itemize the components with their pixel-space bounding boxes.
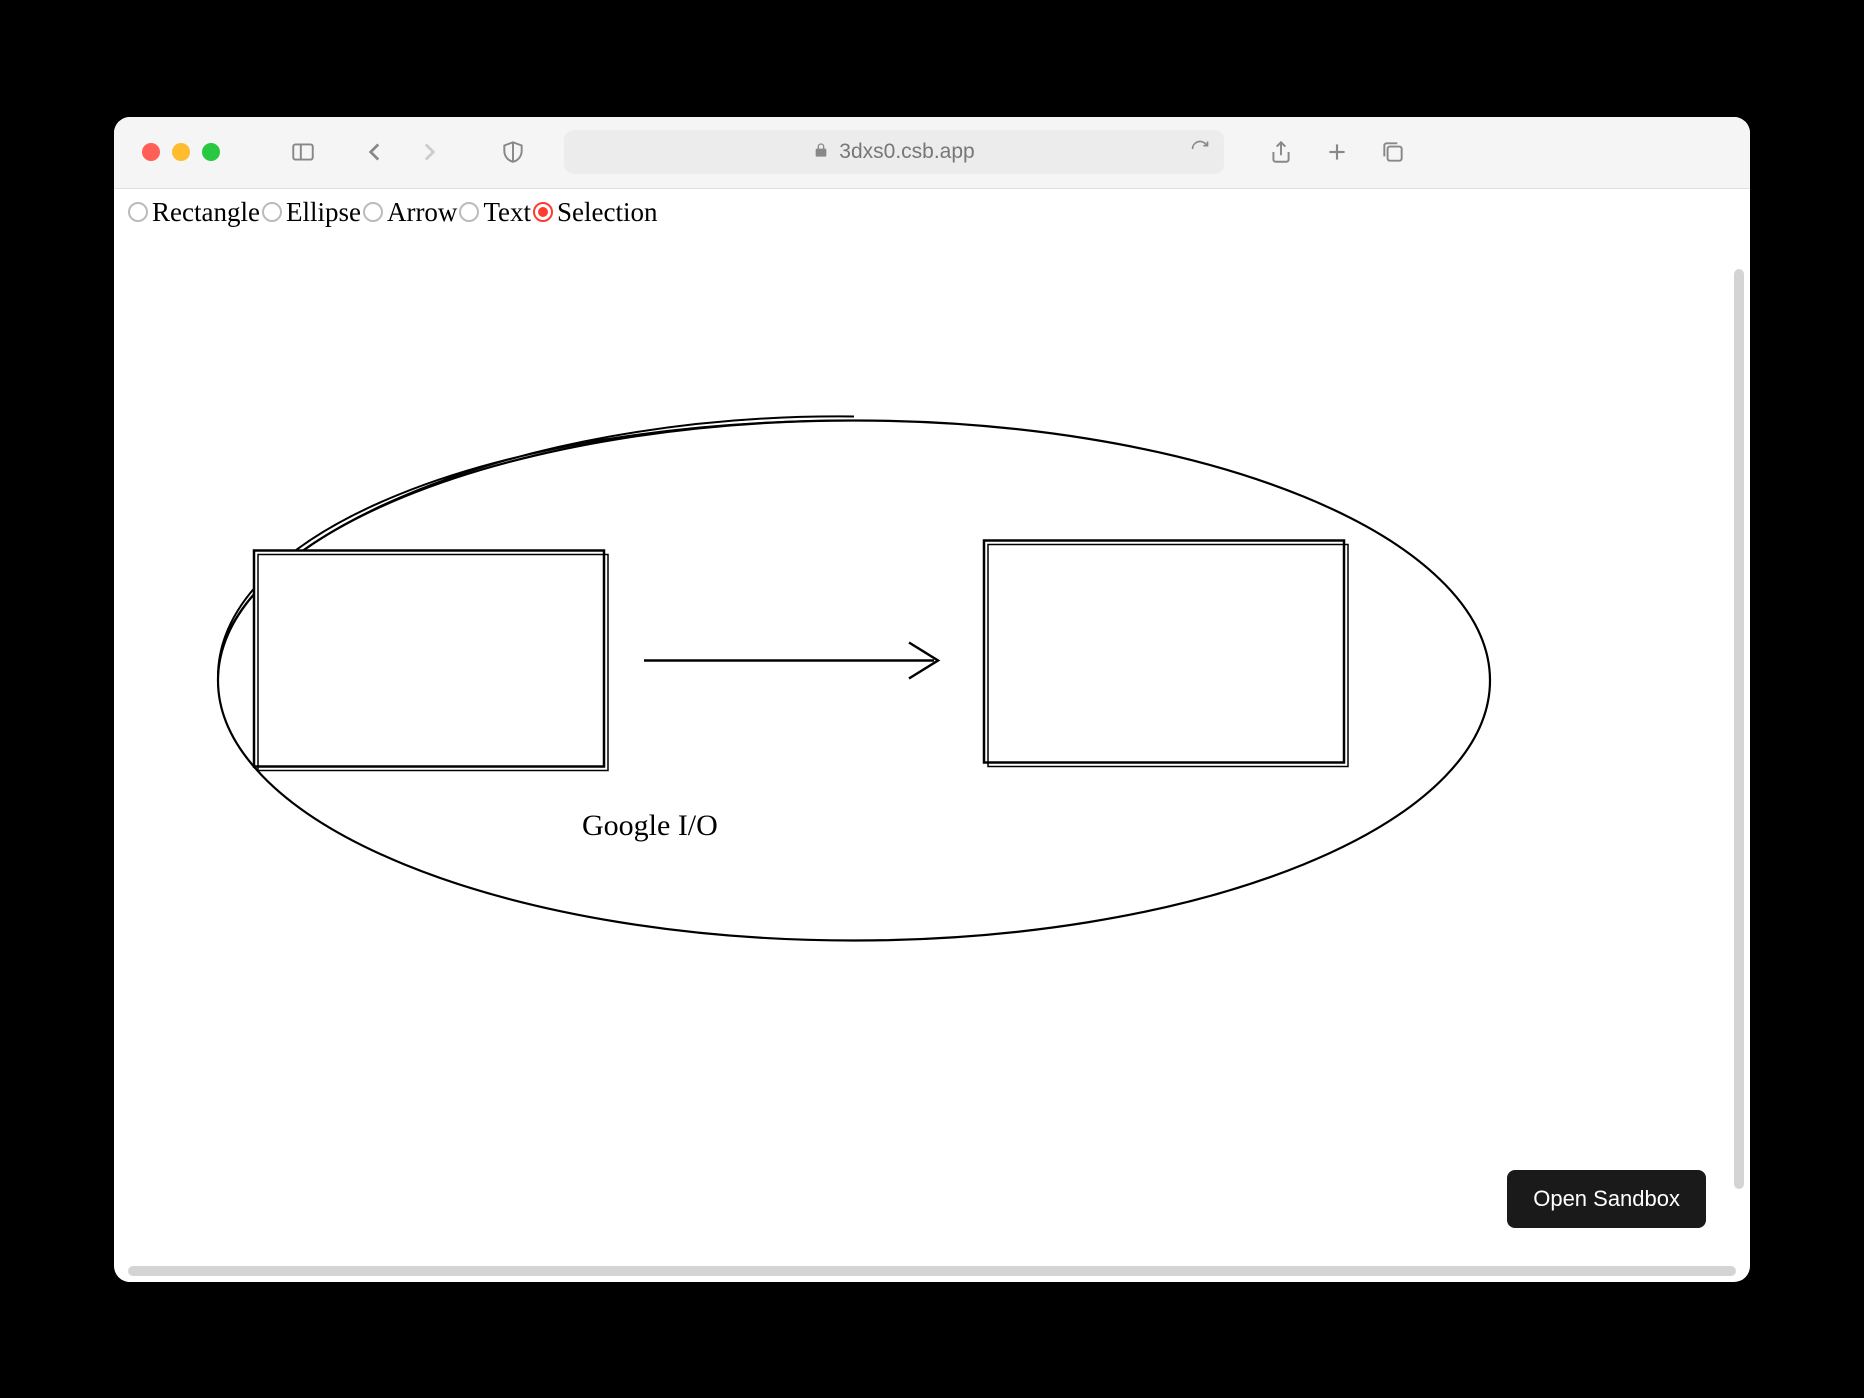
radio-icon	[363, 202, 383, 222]
privacy-shield-icon[interactable]	[500, 139, 526, 165]
titlebar: 3dxs0.csb.app	[114, 117, 1750, 189]
drawing-toolbar: Rectangle Ellipse Arrow Text Selection	[114, 189, 1750, 236]
canvas-text-label[interactable]: Google I/O	[582, 809, 718, 843]
radio-icon	[128, 202, 148, 222]
tool-label: Text	[483, 197, 531, 228]
share-icon[interactable]	[1268, 139, 1294, 165]
vertical-scrollbar[interactable]	[1734, 269, 1744, 1189]
forward-button[interactable]	[416, 139, 442, 165]
radio-icon	[459, 202, 479, 222]
browser-window: 3dxs0.csb.app Rectangle El	[114, 117, 1750, 1282]
nav-buttons	[362, 139, 442, 165]
drawing-canvas[interactable]: Google I/O	[114, 239, 1750, 1282]
canvas-svg	[114, 239, 1750, 1282]
tool-label: Rectangle	[152, 197, 260, 228]
traffic-lights	[142, 143, 220, 161]
shape-rectangle-right[interactable]	[984, 540, 1344, 762]
tool-selection[interactable]: Selection	[533, 197, 657, 228]
lock-icon	[813, 140, 829, 164]
tabs-overview-icon[interactable]	[1380, 139, 1406, 165]
shape-rectangle-left[interactable]	[254, 550, 604, 766]
sidebar-toggle-icon[interactable]	[290, 139, 316, 165]
radio-icon	[533, 202, 553, 222]
titlebar-right	[1268, 139, 1406, 165]
horizontal-scrollbar[interactable]	[128, 1266, 1736, 1276]
close-window-button[interactable]	[142, 143, 160, 161]
tool-rectangle[interactable]: Rectangle	[128, 197, 260, 228]
minimize-window-button[interactable]	[172, 143, 190, 161]
open-sandbox-button[interactable]: Open Sandbox	[1507, 1170, 1706, 1228]
tool-label: Ellipse	[286, 197, 361, 228]
radio-icon	[262, 202, 282, 222]
tool-label: Selection	[557, 197, 657, 228]
page-content: Rectangle Ellipse Arrow Text Selection	[114, 189, 1750, 1282]
url-bar[interactable]: 3dxs0.csb.app	[564, 130, 1224, 174]
reload-icon[interactable]	[1190, 139, 1210, 165]
tool-arrow[interactable]: Arrow	[363, 197, 457, 228]
tool-ellipse[interactable]: Ellipse	[262, 197, 361, 228]
url-text: 3dxs0.csb.app	[839, 140, 974, 164]
back-button[interactable]	[362, 139, 388, 165]
tool-text[interactable]: Text	[459, 197, 531, 228]
tool-label: Arrow	[387, 197, 457, 228]
new-tab-icon[interactable]	[1324, 139, 1350, 165]
maximize-window-button[interactable]	[202, 143, 220, 161]
